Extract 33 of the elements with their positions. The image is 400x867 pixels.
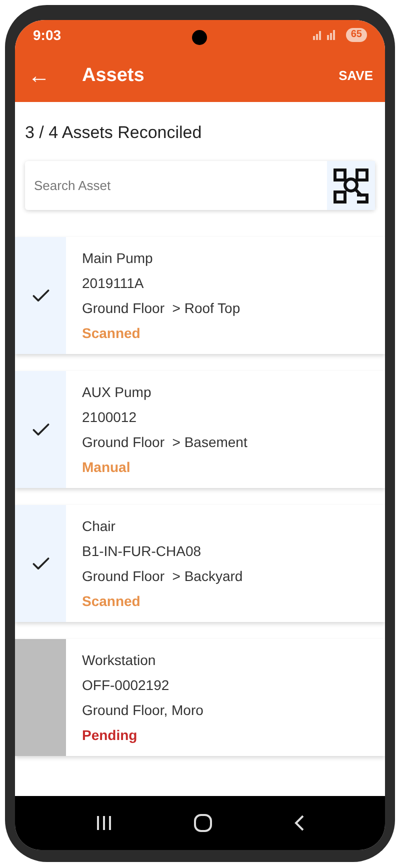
reconciled-summary: 3 / 4 Assets Reconciled [25, 123, 202, 142]
asset-card[interactable]: AUX Pump 2100012 Ground Floor > Basement Manual [15, 371, 385, 488]
asset-card[interactable]: Workstation OFF-0002192 Ground Floor, Moro Pending [15, 639, 385, 756]
asset-name: AUX Pump [82, 382, 152, 402]
asset-card[interactable]: Main Pump 2019111A Ground Floor > Roof Top Scanned [15, 237, 385, 354]
camera-hole [192, 30, 207, 45]
search-field[interactable]: Search Asset [25, 161, 375, 210]
recent-apps-icon[interactable] [96, 816, 112, 830]
asset-name: Main Pump [82, 248, 154, 268]
battery-indicator: 65 [346, 28, 367, 42]
asset-status: Manual [82, 458, 132, 476]
asset-status: Scanned [82, 592, 142, 610]
page-title: Assets [82, 64, 144, 88]
save-button[interactable]: SAVE [338, 66, 373, 86]
asset-location: Ground Floor > Roof Top [82, 298, 240, 318]
asset-card[interactable]: Chair B1-IN-FUR-CHA08 Ground Floor > Backyard Scanned [15, 505, 385, 622]
asset-code: 2100012 [82, 408, 138, 426]
home-icon[interactable] [194, 814, 212, 832]
asset-location: Ground Floor, Moro [82, 700, 204, 720]
back-nav-icon[interactable] [294, 815, 304, 831]
asset-location: Ground Floor > Basement [82, 432, 248, 452]
back-button[interactable]: ← [27, 65, 51, 87]
asset-name: Workstation [82, 650, 157, 670]
status-time: 9:03 [33, 26, 62, 44]
asset-location: Ground Floor > Backyard [82, 566, 243, 586]
asset-code: OFF-0002192 [82, 676, 170, 694]
asset-code: B1-IN-FUR-CHA08 [82, 542, 202, 560]
asset-status: Scanned [82, 324, 142, 342]
qr-scan-icon[interactable] [332, 166, 370, 204]
asset-status: Pending [82, 726, 138, 745]
asset-name: Chair [82, 516, 116, 536]
asset-code: 2019111A [82, 274, 145, 292]
search-input[interactable]: Search Asset [25, 176, 327, 196]
